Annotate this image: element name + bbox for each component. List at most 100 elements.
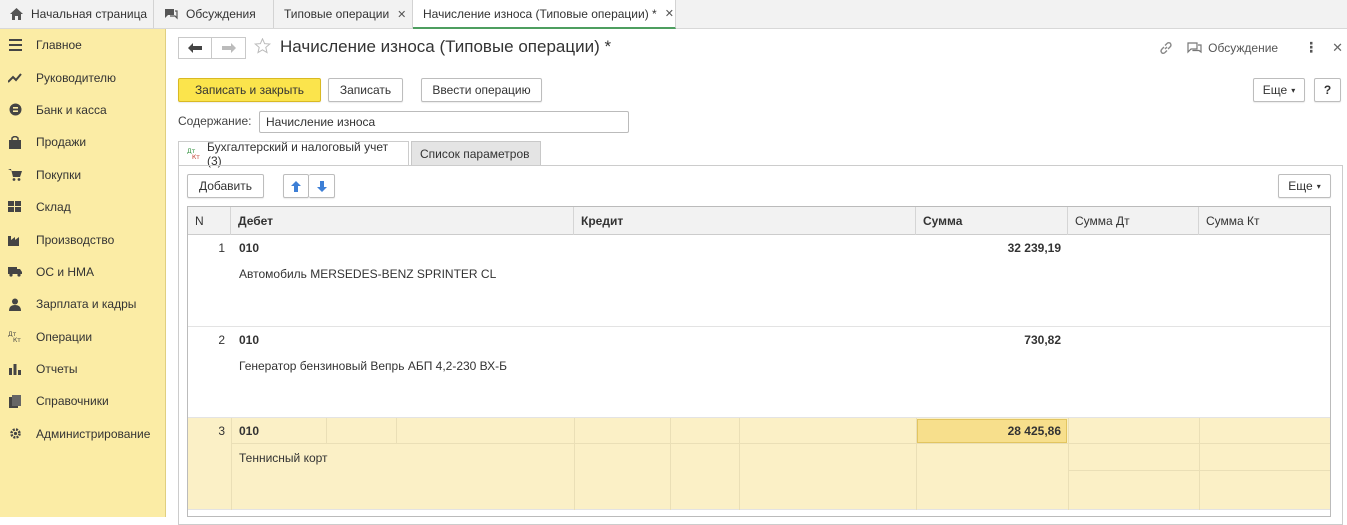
cell-divider <box>1199 418 1200 510</box>
save-and-close-button[interactable]: Записать и закрыть <box>178 78 321 102</box>
sidebar-item-warehouse[interactable]: Склад <box>0 191 165 223</box>
back-button[interactable] <box>178 37 212 59</box>
tab-home[interactable]: Начальная страница <box>0 0 154 28</box>
close-icon[interactable]: ✕ <box>397 8 406 21</box>
col-header-debit[interactable]: Дебет <box>231 207 574 235</box>
cart-icon <box>8 168 22 182</box>
sidebar-item-label: Справочники <box>36 394 109 409</box>
discussion-label: Обсуждение <box>1208 40 1279 55</box>
sidebar-item-admin[interactable]: Администрирование <box>0 418 165 450</box>
more-label: Еще <box>1262 83 1288 97</box>
table-row-selected[interactable]: 3 010 Теннисный корт 28 425,86 <box>188 418 1330 510</box>
save-button[interactable]: Записать <box>328 78 403 102</box>
dt-kt-icon: Дт Кт <box>8 330 22 344</box>
sidebar-item-label: Продажи <box>36 135 87 150</box>
sidebar-item-label: Производство <box>36 232 115 247</box>
tab-typical-operations[interactable]: Типовые операции ✕ <box>274 0 413 28</box>
sidebar-item-assets[interactable]: ОС и НМА <box>0 256 165 288</box>
table-header: N Дебет Кредит Сумма Сумма Дт Сумма Кт <box>188 207 1330 235</box>
table-more-button[interactable]: Еще ▾ <box>1278 174 1331 198</box>
main-content: Начисление износа (Типовые операции) * О… <box>166 29 1347 525</box>
chevron-down-icon: ▾ <box>1291 85 1296 95</box>
table-row[interactable]: 2 010 Генератор бензиновый Вепрь АБП 4,2… <box>188 327 1330 418</box>
col-header-sum-dt[interactable]: Сумма Дт <box>1068 207 1199 235</box>
cell-divider <box>739 418 740 510</box>
sidebar-item-salary[interactable]: Зарплата и кадры <box>0 288 165 320</box>
more-vert-icon[interactable]: ⋮ <box>1304 39 1318 56</box>
debit-account: 010 <box>239 424 260 438</box>
sidebar-item-production[interactable]: Производство <box>0 223 165 255</box>
cell-divider <box>1068 418 1069 510</box>
help-button[interactable]: ? <box>1314 78 1341 102</box>
sidebar-item-purchases[interactable]: Покупки <box>0 159 165 191</box>
chevron-down-icon: ▾ <box>1316 181 1321 191</box>
cell-divider <box>574 418 575 510</box>
sidebar-item-manager[interactable]: Руководителю <box>0 61 165 93</box>
sidebar-item-directories[interactable]: Справочники <box>0 385 165 417</box>
tab-label: Типовые операции <box>284 7 390 21</box>
gear-icon <box>8 427 22 441</box>
sidebar-item-operations[interactable]: Дт Кт Операции <box>0 321 165 353</box>
sidebar-item-sales[interactable]: Продажи <box>0 126 165 158</box>
arrow-up-icon <box>291 180 301 192</box>
sidebar-item-label: ОС и НМА <box>36 264 95 279</box>
cell-divider <box>396 418 397 443</box>
enter-operation-button[interactable]: Ввести операцию <box>421 78 542 102</box>
person-icon <box>8 297 22 311</box>
dt-kt-icon: Дт Кт <box>187 147 201 160</box>
close-icon[interactable]: ✕ <box>1332 40 1343 56</box>
favorite-star-icon[interactable] <box>253 37 272 57</box>
arrow-down-icon <box>316 180 327 192</box>
forward-button[interactable] <box>212 37 246 59</box>
tab-accounting-label: Бухгалтерский и налоговый учет (3) <box>207 139 389 168</box>
col-header-n[interactable]: N <box>188 207 231 235</box>
header-actions: Обсуждение ⋮ ✕ <box>1159 39 1347 56</box>
cell-divider <box>231 418 232 510</box>
col-header-sum-kt[interactable]: Сумма Кт <box>1199 207 1330 235</box>
link-icon[interactable] <box>1159 41 1173 55</box>
arrow-left-icon <box>188 43 202 53</box>
col-header-sum[interactable]: Сумма <box>916 207 1068 235</box>
svg-text:Кт: Кт <box>192 154 200 160</box>
sidebar-item-label: Главное <box>36 38 82 53</box>
cell-divider <box>231 443 1330 444</box>
table-row[interactable]: 1 010 Автомобиль MERSEDES-BENZ SPRINTER … <box>188 235 1330 327</box>
chat-icon <box>164 8 178 20</box>
tab-label: Обсуждения <box>186 7 256 21</box>
more-button[interactable]: Еще ▾ <box>1253 78 1305 102</box>
tab-label: Начисление износа (Типовые операции) * <box>423 6 657 21</box>
col-header-credit[interactable]: Кредит <box>574 207 916 235</box>
sidebar-item-bank[interactable]: Банк и касса <box>0 94 165 126</box>
add-button[interactable]: Добавить <box>187 174 264 198</box>
more-label: Еще <box>1288 179 1313 193</box>
home-icon <box>10 8 23 20</box>
row-number: 3 <box>218 424 225 438</box>
menu-icon <box>8 38 22 52</box>
cell-divider <box>1068 470 1330 471</box>
cell-divider <box>670 418 671 510</box>
debit-subconto: Генератор бензиновый Вепрь АБП 4,2-230 В… <box>239 359 508 373</box>
warehouse-icon <box>8 200 22 214</box>
books-icon <box>8 394 22 408</box>
tab-label: Начальная страница <box>31 7 148 21</box>
row-number: 2 <box>218 333 225 347</box>
arrow-right-icon <box>221 43 236 53</box>
sidebar-item-label: Руководителю <box>36 70 117 85</box>
row-number: 1 <box>218 241 225 255</box>
debit-account: 010 <box>239 241 260 255</box>
truck-icon <box>8 265 22 279</box>
tab-discussions[interactable]: Обсуждения <box>154 0 274 28</box>
sidebar-item-reports[interactable]: Отчеты <box>0 353 165 385</box>
tab-params[interactable]: Список параметров <box>411 141 541 166</box>
tab-accounting[interactable]: Дт Кт Бухгалтерский и налоговый учет (3) <box>178 139 409 168</box>
tab-strip: Начальная страница Обсуждения Типовые оп… <box>0 0 1347 29</box>
discussion-button[interactable]: Обсуждение <box>1187 41 1278 55</box>
tab-depreciation[interactable]: Начисление износа (Типовые операции) * ✕ <box>413 0 676 29</box>
move-up-button[interactable] <box>283 174 309 198</box>
close-icon[interactable]: ✕ <box>665 7 674 20</box>
sidebar-item-main[interactable]: Главное <box>0 29 165 61</box>
move-down-button[interactable] <box>309 174 335 198</box>
row-sum: 730,82 <box>1024 333 1061 347</box>
chat-icon <box>1187 41 1202 53</box>
content-field[interactable]: Начисление износа <box>259 111 629 133</box>
